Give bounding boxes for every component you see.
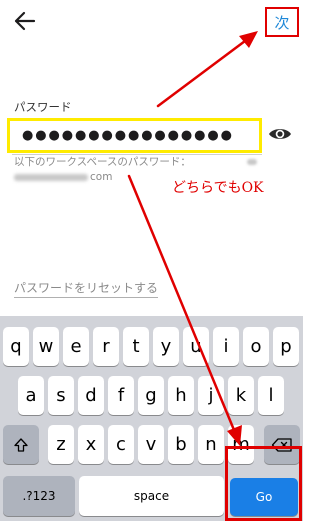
password-input[interactable]: ●●●●●●●●●●●●●●●●: [22, 121, 234, 150]
shift-key[interactable]: [3, 425, 39, 464]
key-l[interactable]: l: [258, 376, 284, 415]
arrow-to-next: [156, 39, 247, 108]
key-u[interactable]: u: [183, 327, 209, 366]
key-i[interactable]: i: [213, 327, 239, 366]
eye-icon[interactable]: [268, 126, 292, 142]
key-j[interactable]: j: [198, 376, 224, 415]
key-o[interactable]: o: [243, 327, 269, 366]
key-w[interactable]: w: [33, 327, 59, 366]
password-field-highlight: ●●●●●●●●●●●●●●●●: [7, 118, 262, 153]
reset-password-link[interactable]: パスワードをリセットする: [14, 279, 159, 298]
key-z[interactable]: z: [48, 425, 74, 464]
key-f[interactable]: f: [108, 376, 134, 415]
key-k[interactable]: k: [228, 376, 254, 415]
key-q[interactable]: q: [3, 327, 29, 366]
space-key[interactable]: space: [79, 476, 224, 516]
workspace-helper-text: 以下のワークスペースのパスワード：: [14, 156, 191, 168]
arrow-to-next-head: [239, 31, 258, 48]
numbers-key[interactable]: .?123: [3, 476, 75, 516]
key-g[interactable]: g: [138, 376, 164, 415]
go-key[interactable]: Go: [230, 478, 298, 516]
key-c[interactable]: c: [108, 425, 134, 464]
next-button[interactable]: 次: [267, 9, 297, 35]
key-r[interactable]: r: [93, 327, 119, 366]
next-button-highlight: 次: [265, 7, 299, 37]
key-b[interactable]: b: [168, 425, 194, 464]
key-v[interactable]: v: [138, 425, 164, 464]
email-suffix: com: [90, 171, 113, 183]
key-a[interactable]: a: [18, 376, 44, 415]
key-p[interactable]: p: [273, 327, 299, 366]
blurred-email: [247, 159, 257, 165]
key-e[interactable]: e: [63, 327, 89, 366]
shift-icon: [14, 437, 28, 452]
key-s[interactable]: s: [48, 376, 74, 415]
back-arrow-icon[interactable]: [12, 8, 38, 34]
password-label: パスワード: [14, 100, 72, 114]
key-y[interactable]: y: [153, 327, 179, 366]
key-t[interactable]: t: [123, 327, 149, 366]
key-x[interactable]: x: [78, 425, 104, 464]
key-h[interactable]: h: [168, 376, 194, 415]
key-d[interactable]: d: [78, 376, 104, 415]
annotation-note: どちらでもOK: [172, 180, 264, 196]
blurred-email: [14, 174, 88, 181]
key-n[interactable]: n: [198, 425, 224, 464]
